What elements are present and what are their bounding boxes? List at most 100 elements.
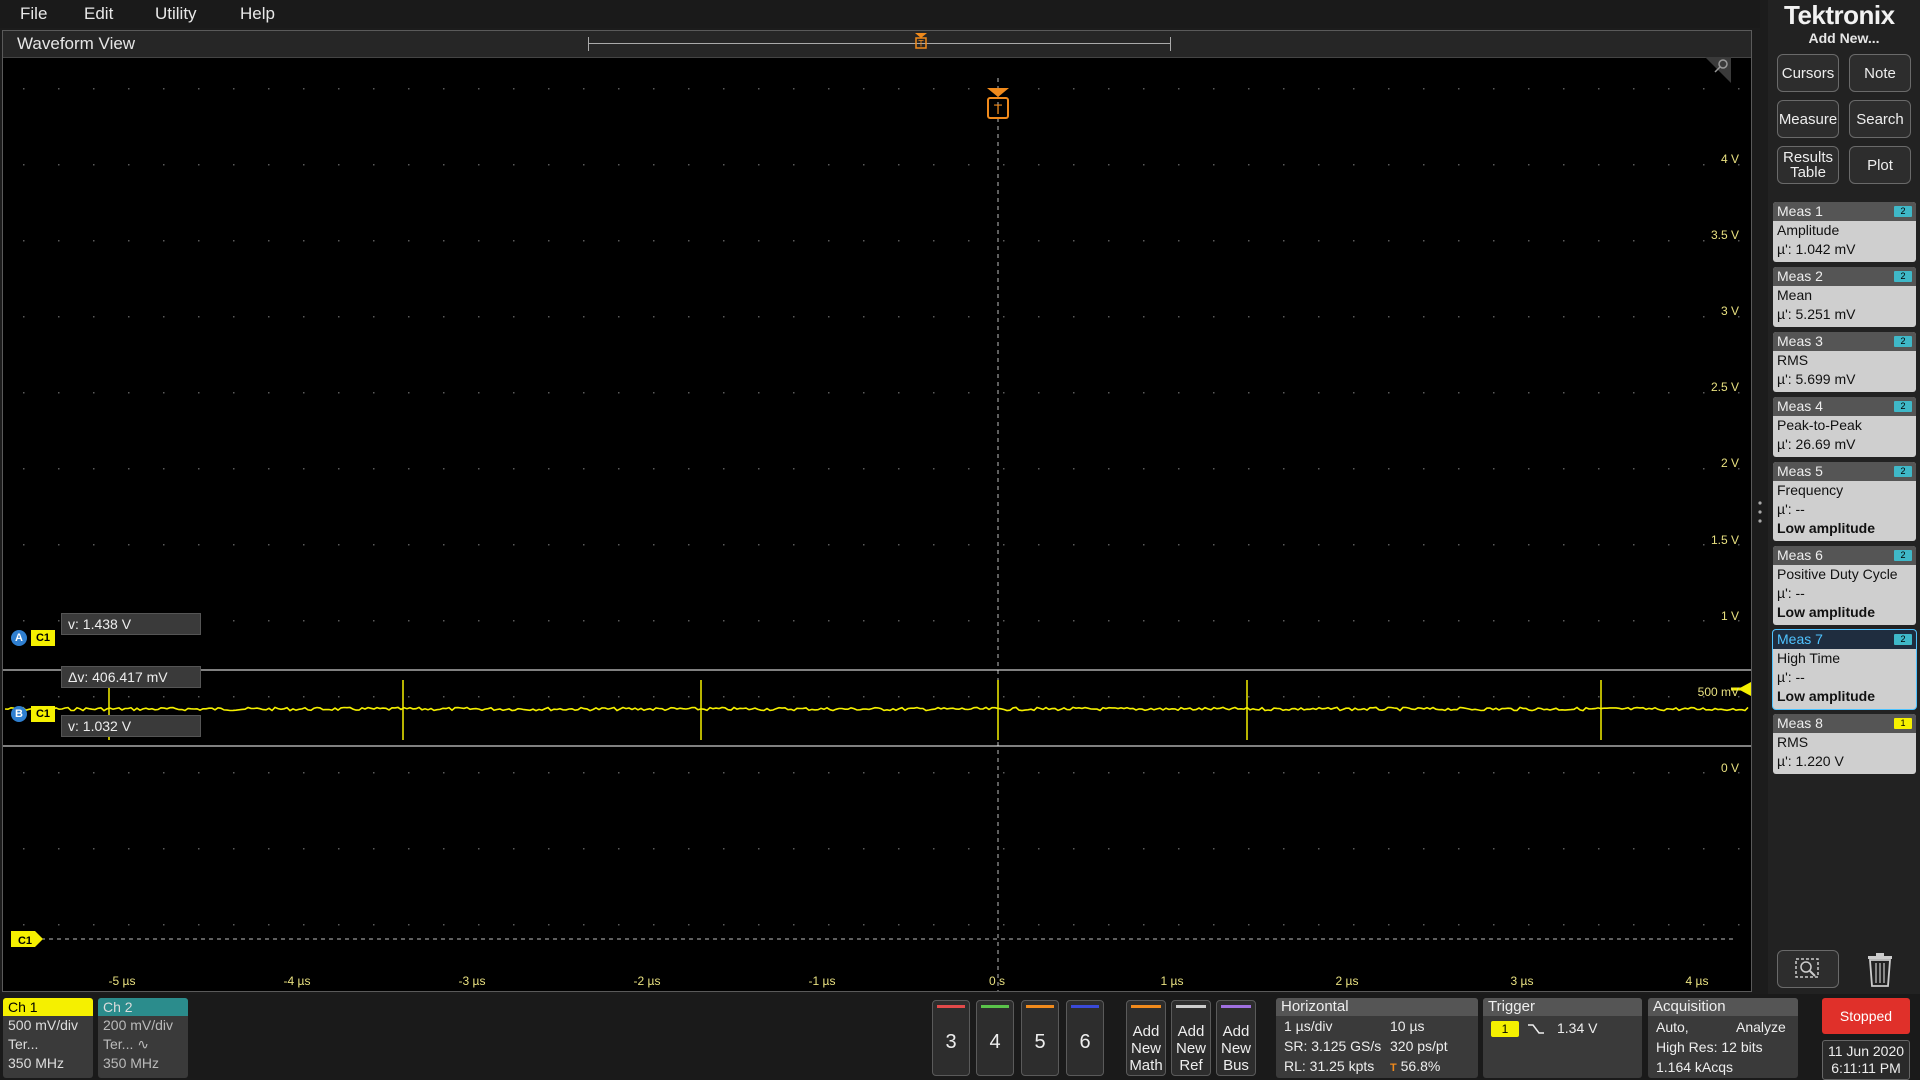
trigger-t-marker-icon[interactable]: T xyxy=(987,88,1009,119)
meas-name: Positive Duty Cycle xyxy=(1777,566,1898,582)
waveform-graticule[interactable]: T C1 xyxy=(3,58,1751,991)
meas-title-text: Meas 2 xyxy=(1777,268,1823,284)
meas-2-badge[interactable]: Meas 2 2 Mean µ': 5.251 mV xyxy=(1773,267,1916,327)
meas-5-badge[interactable]: Meas 5 2 Frequency µ': -- Low amplitude xyxy=(1773,462,1916,541)
acquisition-count: 1.164 kAcqs xyxy=(1656,1059,1734,1075)
trigger-badge[interactable]: Trigger 1 1.34 V xyxy=(1483,998,1642,1078)
search-button[interactable]: Search xyxy=(1849,100,1911,138)
acquisition-title: Acquisition xyxy=(1648,998,1798,1016)
cursors-button[interactable]: Cursors xyxy=(1777,54,1839,92)
channel1-offset-marker[interactable]: C1 xyxy=(11,931,43,947)
record-overview-line xyxy=(589,43,1170,44)
add-new-math-button[interactable]: Add New Math xyxy=(1126,1000,1166,1076)
add-bus-label-2: New xyxy=(1220,1040,1251,1057)
meas-7-badge[interactable]: Meas 7 2 High Time µ': -- Low amplitude xyxy=(1773,630,1916,709)
date-text: 11 Jun 2020 xyxy=(1827,1043,1905,1059)
add-ref-label-2: New xyxy=(1175,1040,1206,1057)
acquisition-resolution: High Res: 12 bits xyxy=(1656,1039,1763,1055)
meas-title: Meas 6 2 xyxy=(1773,546,1916,565)
x-tick-label: 4 µs xyxy=(1685,974,1709,988)
cursor-a-channel-tag: C1 xyxy=(31,630,55,646)
panel-resize-grip-icon[interactable] xyxy=(1758,500,1762,524)
meas-title: Meas 2 2 xyxy=(1773,267,1916,286)
channel2-scale: 200 mV/div xyxy=(103,1017,174,1033)
meas-title-text: Meas 8 xyxy=(1777,715,1823,731)
meas-4-badge[interactable]: Meas 4 2 Peak-to-Peak µ': 26.69 mV xyxy=(1773,397,1916,457)
cursor-a-tag[interactable]: A xyxy=(11,630,27,646)
y-tick-label: 1 V xyxy=(1720,609,1739,623)
measure-button[interactable]: Measure xyxy=(1777,100,1839,138)
channel3-button[interactable]: 3 xyxy=(932,1000,970,1076)
horizontal-badge[interactable]: Horizontal 1 µs/div 10 µs SR: 3.125 GS/s… xyxy=(1276,998,1478,1078)
menu-file[interactable]: File xyxy=(20,4,47,24)
channel1-bandwidth: 350 MHz xyxy=(8,1055,65,1071)
trigger-position-marker-icon[interactable]: T xyxy=(914,33,928,49)
add-new-bus-button[interactable]: Add New Bus xyxy=(1216,1000,1256,1076)
meas-value: µ': 1.042 mV xyxy=(1777,241,1856,257)
rising-edge-icon xyxy=(1528,1024,1544,1034)
results-table-button[interactable]: Results Table xyxy=(1777,146,1839,184)
settings-bar: Ch 1 500 mV/div Ter... 350 MHz Ch 2 200 … xyxy=(0,994,1920,1080)
meas-value: µ': -- xyxy=(1777,501,1805,517)
sample-rate: SR: 3.125 GS/s xyxy=(1284,1038,1382,1054)
add-new-label: Add New... xyxy=(1808,30,1880,46)
meas-name: Frequency xyxy=(1777,482,1844,498)
meas-title: Meas 4 2 xyxy=(1773,397,1916,416)
meas-title: Meas 3 2 xyxy=(1773,332,1916,351)
menu-help[interactable]: Help xyxy=(240,4,275,24)
meas-name: Peak-to-Peak xyxy=(1777,417,1862,433)
trigger-source: 1 xyxy=(1491,1021,1519,1037)
record-overview-bar[interactable]: T xyxy=(588,33,1171,51)
add-bus-label-1: Add xyxy=(1222,1023,1250,1040)
bus-color-bar xyxy=(1221,1005,1251,1008)
channel6-label: 6 xyxy=(1079,1031,1091,1053)
meas-3-badge[interactable]: Meas 3 2 RMS µ': 5.699 mV xyxy=(1773,332,1916,392)
acquisition-mode: Auto, xyxy=(1656,1019,1689,1035)
meas-source-badge: 2 xyxy=(1894,466,1912,477)
zoom-icon[interactable] xyxy=(1703,55,1733,85)
svg-text:C1: C1 xyxy=(18,935,32,947)
y-tick-label: 500 mV xyxy=(1697,685,1739,699)
cursor-a-readout: v: 1.438 V xyxy=(61,613,201,635)
waveform-view[interactable]: Waveform View T T C1 4 V 3.5 V 3 V 2.5 V… xyxy=(2,30,1752,992)
y-tick-label: 4 V xyxy=(1720,152,1739,166)
channel1-badge[interactable]: Ch 1 500 mV/div Ter... 350 MHz xyxy=(3,998,93,1078)
channel3-color-bar xyxy=(937,1005,965,1008)
horizontal-scale: 1 µs/div xyxy=(1284,1018,1333,1034)
x-tick-label: -3 µs xyxy=(458,974,486,988)
meas-value: µ': 26.69 mV xyxy=(1777,436,1856,452)
meas-title: Meas 5 2 xyxy=(1773,462,1916,481)
meas-name: Mean xyxy=(1777,287,1813,303)
meas-title-text: Meas 6 xyxy=(1777,547,1823,563)
date-time-badge[interactable]: 11 Jun 2020 6:11:11 PM xyxy=(1822,1040,1910,1080)
horizontal-position: 56.8% xyxy=(1400,1058,1441,1074)
tektronix-logo: Tektronix xyxy=(1784,0,1895,30)
record-length: RL: 31.25 kpts xyxy=(1284,1058,1375,1074)
channel4-button[interactable]: 4 xyxy=(976,1000,1014,1076)
acquisition-badge[interactable]: Acquisition Auto, Analyze High Res: 12 b… xyxy=(1648,998,1798,1078)
run-stop-status-button[interactable]: Stopped xyxy=(1822,998,1910,1034)
add-new-ref-button[interactable]: Add New Ref xyxy=(1171,1000,1211,1076)
menu-edit[interactable]: Edit xyxy=(84,4,113,24)
y-tick-label: 2 V xyxy=(1720,456,1739,470)
meas-6-badge[interactable]: Meas 6 2 Positive Duty Cycle µ': -- Low a… xyxy=(1773,546,1916,625)
x-tick-label: -4 µs xyxy=(283,974,311,988)
meas-1-badge[interactable]: Meas 1 2 Amplitude µ': 1.042 mV xyxy=(1773,202,1916,262)
cursor-b-tag[interactable]: B xyxy=(11,706,27,722)
channel4-label: 4 xyxy=(989,1031,1001,1053)
x-tick-label: -1 µs xyxy=(808,974,836,988)
note-button[interactable]: Note xyxy=(1849,54,1911,92)
meas-8-badge[interactable]: Meas 8 1 RMS µ': 1.220 V xyxy=(1773,714,1916,774)
delete-button[interactable] xyxy=(1860,950,1900,988)
channel2-badge[interactable]: Ch 2 200 mV/div Ter... ∿ 350 MHz xyxy=(98,998,188,1078)
menu-utility[interactable]: Utility xyxy=(155,4,197,24)
svg-text:T: T xyxy=(994,101,1003,117)
channel5-button[interactable]: 5 xyxy=(1021,1000,1059,1076)
x-tick-label: 2 µs xyxy=(1335,974,1359,988)
zoom-to-fit-button[interactable] xyxy=(1777,950,1839,988)
channel2-termination-row: Ter... ∿ xyxy=(98,1035,188,1054)
trigger-level: 1.34 V xyxy=(1557,1020,1598,1036)
plot-button[interactable]: Plot xyxy=(1849,146,1911,184)
meas-note: Low amplitude xyxy=(1777,688,1875,704)
channel6-button[interactable]: 6 xyxy=(1066,1000,1104,1076)
